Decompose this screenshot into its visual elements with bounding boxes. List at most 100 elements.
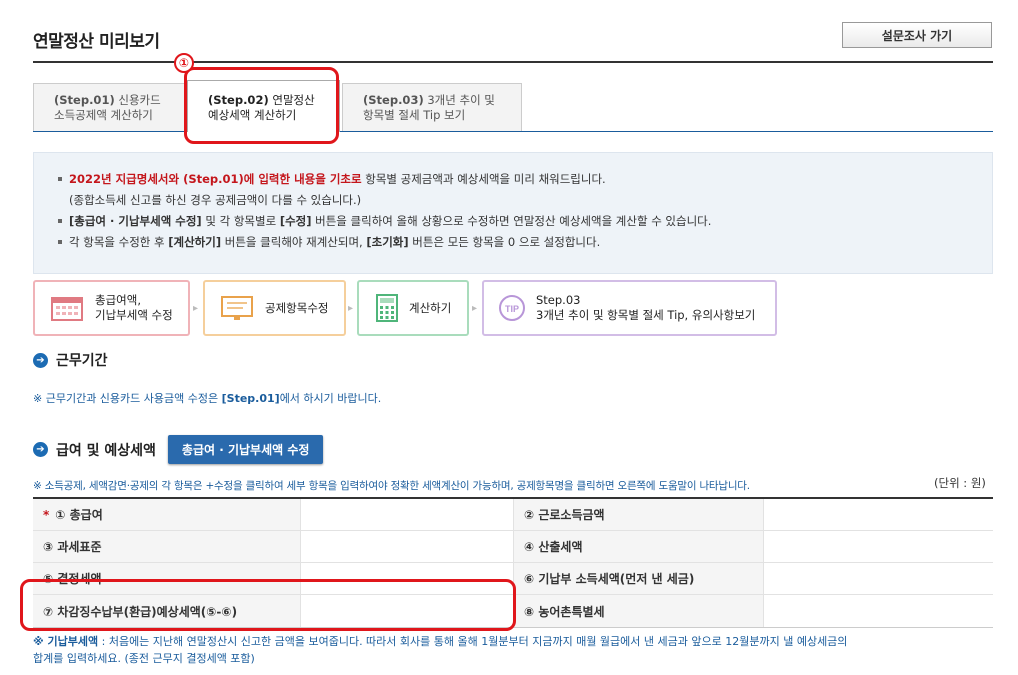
step-label: 계산하기	[409, 300, 452, 315]
note-step-link: [Step.01]	[221, 392, 280, 405]
row-label: ⑥ 기납부 소득세액(먼저 낸 세금)	[524, 572, 695, 586]
calendar-icon	[51, 297, 83, 321]
work-period-note: ※ 근무기간과 신용카드 사용금액 수정은 [Step.01]에서 하시기 바랍…	[33, 390, 381, 406]
required-mark: *	[43, 507, 50, 522]
svg-text:TIP: TIP	[505, 304, 519, 314]
tab-step03[interactable]: (Step.03) 3개년 추이 및 항목별 절세 Tip 보기	[342, 83, 522, 131]
row-label: ⑤ 결정세액	[43, 572, 102, 586]
row-label: ② 근로소득금액	[524, 508, 605, 522]
annotation-marker: ①	[174, 53, 194, 73]
value-total-salary	[300, 499, 513, 530]
page-title: 연말정산 미리보기	[33, 32, 160, 52]
value-tax-base	[300, 531, 513, 562]
section-salary: ➔ 급여 및 예상세액 총급여 · 기납부세액 수정	[33, 435, 324, 464]
monitor-icon	[221, 296, 253, 320]
step-label: 총급여액,	[95, 293, 141, 307]
note-text: 에서 하시기 바랍니다.	[279, 392, 382, 405]
row-label: ④ 산출세액	[524, 540, 583, 554]
bullet-icon	[58, 239, 62, 244]
arrow-circle-icon: ➔	[33, 352, 48, 368]
table-row: ⑤ 결정세액 ⑥ 기납부 소득세액(먼저 낸 세금)	[33, 563, 993, 595]
step-card-deduction[interactable]: 공제항목수정	[203, 280, 346, 336]
step-label: Step.03	[536, 293, 581, 307]
tab-label-line2: 소득공제액 계산하기	[54, 108, 153, 122]
salary-tax-table: * ① 총급여 ② 근로소득금액 ③ 과세표준 ④ 산출세액 ⑤ 결정세액 ⑥ 기…	[33, 497, 993, 628]
step-label: 3개년 추이 및 항목별 절세 Tip, 유의사항보기	[536, 308, 756, 322]
tab-label-line2: 항목별 절세 Tip 보기	[363, 108, 466, 122]
value-prepaid-tax	[763, 563, 993, 594]
info-bold: [초기화]	[366, 235, 409, 249]
info-text: 버튼을 클릭하여 올해 상황으로 수정하면 연말정산 예상세액을 계산할 수 있…	[311, 214, 712, 228]
table-row: * ① 총급여 ② 근로소득금액	[33, 499, 993, 531]
value-expected-refund	[300, 595, 513, 627]
info-box: 2022년 지급명세서와 (Step.01)에 입력한 내용을 기초로 항목별 …	[33, 152, 993, 274]
row-label: ③ 과세표준	[43, 540, 102, 554]
step-arrow-icon: ▸	[472, 303, 478, 314]
value-rural-special-tax	[763, 595, 993, 627]
info-text: 항목별 공제금액과 예상세액을 미리 채워드립니다.	[361, 172, 606, 186]
info-line-1: 2022년 지급명세서와 (Step.01)에 입력한 내용을 기초로 항목별 …	[58, 169, 992, 190]
tab-step-label: (Step.03)	[363, 93, 424, 107]
step-label: 기납부세액 수정	[95, 308, 173, 322]
tab-step02[interactable]: (Step.02) 연말정산 예상세액 계산하기	[187, 80, 340, 132]
label-determined-tax[interactable]: ⑤ 결정세액	[33, 563, 300, 594]
tab-label-line2: 예상세액 계산하기	[208, 108, 297, 122]
section-title: 급여 및 예상세액	[56, 442, 156, 459]
info-text: 버튼을 클릭해야 재계산되며,	[221, 235, 367, 249]
arrow-circle-icon: ➔	[33, 442, 48, 457]
info-text: 각 항목을 수정한 후	[69, 235, 169, 249]
edit-salary-tax-button[interactable]: 총급여 · 기납부세액 수정	[167, 435, 324, 464]
label-rural-special-tax[interactable]: ⑧ 농어촌특별세	[513, 595, 763, 627]
label-tax-base[interactable]: ③ 과세표준	[33, 531, 300, 562]
tab-step01[interactable]: (Step.01) 신용카드 소득공제액 계산하기	[33, 83, 187, 131]
label-calculated-tax[interactable]: ④ 산출세액	[513, 531, 763, 562]
info-line-3: 각 항목을 수정한 후 [계산하기] 버튼을 클릭해야 재계산되며, [초기화]…	[58, 232, 992, 253]
unit-label: (단위 : 원)	[934, 476, 986, 490]
tab-step-label: (Step.01)	[54, 93, 115, 107]
row-label: ⑧ 농어촌특별세	[524, 604, 605, 619]
salary-note: ※ 소득공제, 세액감면·공제의 각 항목은 +수정을 클릭하여 세부 항목을 …	[33, 480, 750, 492]
survey-button[interactable]: 설문조사 가기	[842, 22, 992, 48]
section-title: 근무기간	[56, 353, 108, 369]
label-expected-refund[interactable]: ⑦ 차감징수납부(환급)예상세액(⑤-⑥)	[33, 595, 300, 627]
value-determined-tax	[300, 563, 513, 594]
step-label: 공제항목수정	[265, 300, 329, 315]
note-text: ※ 근무기간과 신용카드 사용금액 수정은	[33, 392, 222, 405]
info-bold: [수정]	[279, 214, 312, 228]
footnote-text: 합계를 입력하세요. (종전 근무지 결정세액 포함)	[33, 652, 255, 665]
bullet-icon	[58, 218, 62, 223]
info-subline: (종합소득세 신고를 하신 경우 공제금액이 다를 수 있습니다.)	[69, 193, 362, 207]
bullet-icon	[58, 176, 62, 181]
step-arrow-icon: ▸	[193, 303, 199, 314]
value-earned-income	[763, 499, 993, 530]
step-card-calculate[interactable]: 계산하기	[357, 280, 469, 336]
table-row: ③ 과세표준 ④ 산출세액	[33, 531, 993, 563]
info-line-2: [총급여 · 기납부세액 수정] 및 각 항목별로 [수정] 버튼을 클릭하여 …	[58, 211, 992, 232]
row-label: ① 총급여	[55, 508, 103, 522]
step-card-tip[interactable]: TIP Step.03 3개년 추이 및 항목별 절세 Tip, 유의사항보기	[482, 280, 777, 336]
tab-label-line1: 연말정산	[272, 93, 315, 107]
info-bold: [계산하기]	[168, 235, 222, 249]
table-row: ⑦ 차감징수납부(환급)예상세액(⑤-⑥) ⑧ 농어촌특별세	[33, 595, 993, 627]
label-total-salary[interactable]: * ① 총급여	[33, 499, 300, 530]
tab-step-label: (Step.02)	[208, 93, 269, 107]
tab-label-line1: 신용카드	[118, 93, 161, 107]
value-calculated-tax	[763, 531, 993, 562]
info-bold: [총급여 · 기납부세액 수정]	[69, 214, 202, 228]
footnote-bold: ※ 기납부세액	[33, 635, 99, 648]
prepaid-tax-footnote: ※ 기납부세액 : 처음에는 지난해 연말정산시 신고한 금액을 보여줍니다. …	[33, 633, 847, 667]
step-arrow-icon: ▸	[348, 303, 354, 314]
info-text: 및 각 항목별로	[201, 214, 280, 228]
step-card-salary[interactable]: 총급여액, 기납부세액 수정	[33, 280, 190, 336]
calculator-icon	[376, 294, 398, 322]
tabs-underline	[33, 131, 993, 132]
info-highlight: 2022년 지급명세서와 (Step.01)에 입력한 내용을 기초로	[69, 172, 362, 186]
footnote-text: : 처음에는 지난해 연말정산시 신고한 금액을 보여줍니다. 따라서 회사를 …	[98, 635, 848, 648]
tip-icon: TIP	[499, 295, 525, 321]
tab-label-line1: 3개년 추이 및	[427, 93, 495, 107]
label-prepaid-tax[interactable]: ⑥ 기납부 소득세액(먼저 낸 세금)	[513, 563, 763, 594]
row-label: ⑦ 차감징수납부(환급)예상세액(⑤-⑥)	[43, 604, 238, 619]
section-work-period: ➔ 근무기간	[33, 350, 108, 370]
info-text: 버튼은 모든 항목을 0 으로 설정합니다.	[408, 235, 601, 249]
label-earned-income[interactable]: ② 근로소득금액	[513, 499, 763, 530]
